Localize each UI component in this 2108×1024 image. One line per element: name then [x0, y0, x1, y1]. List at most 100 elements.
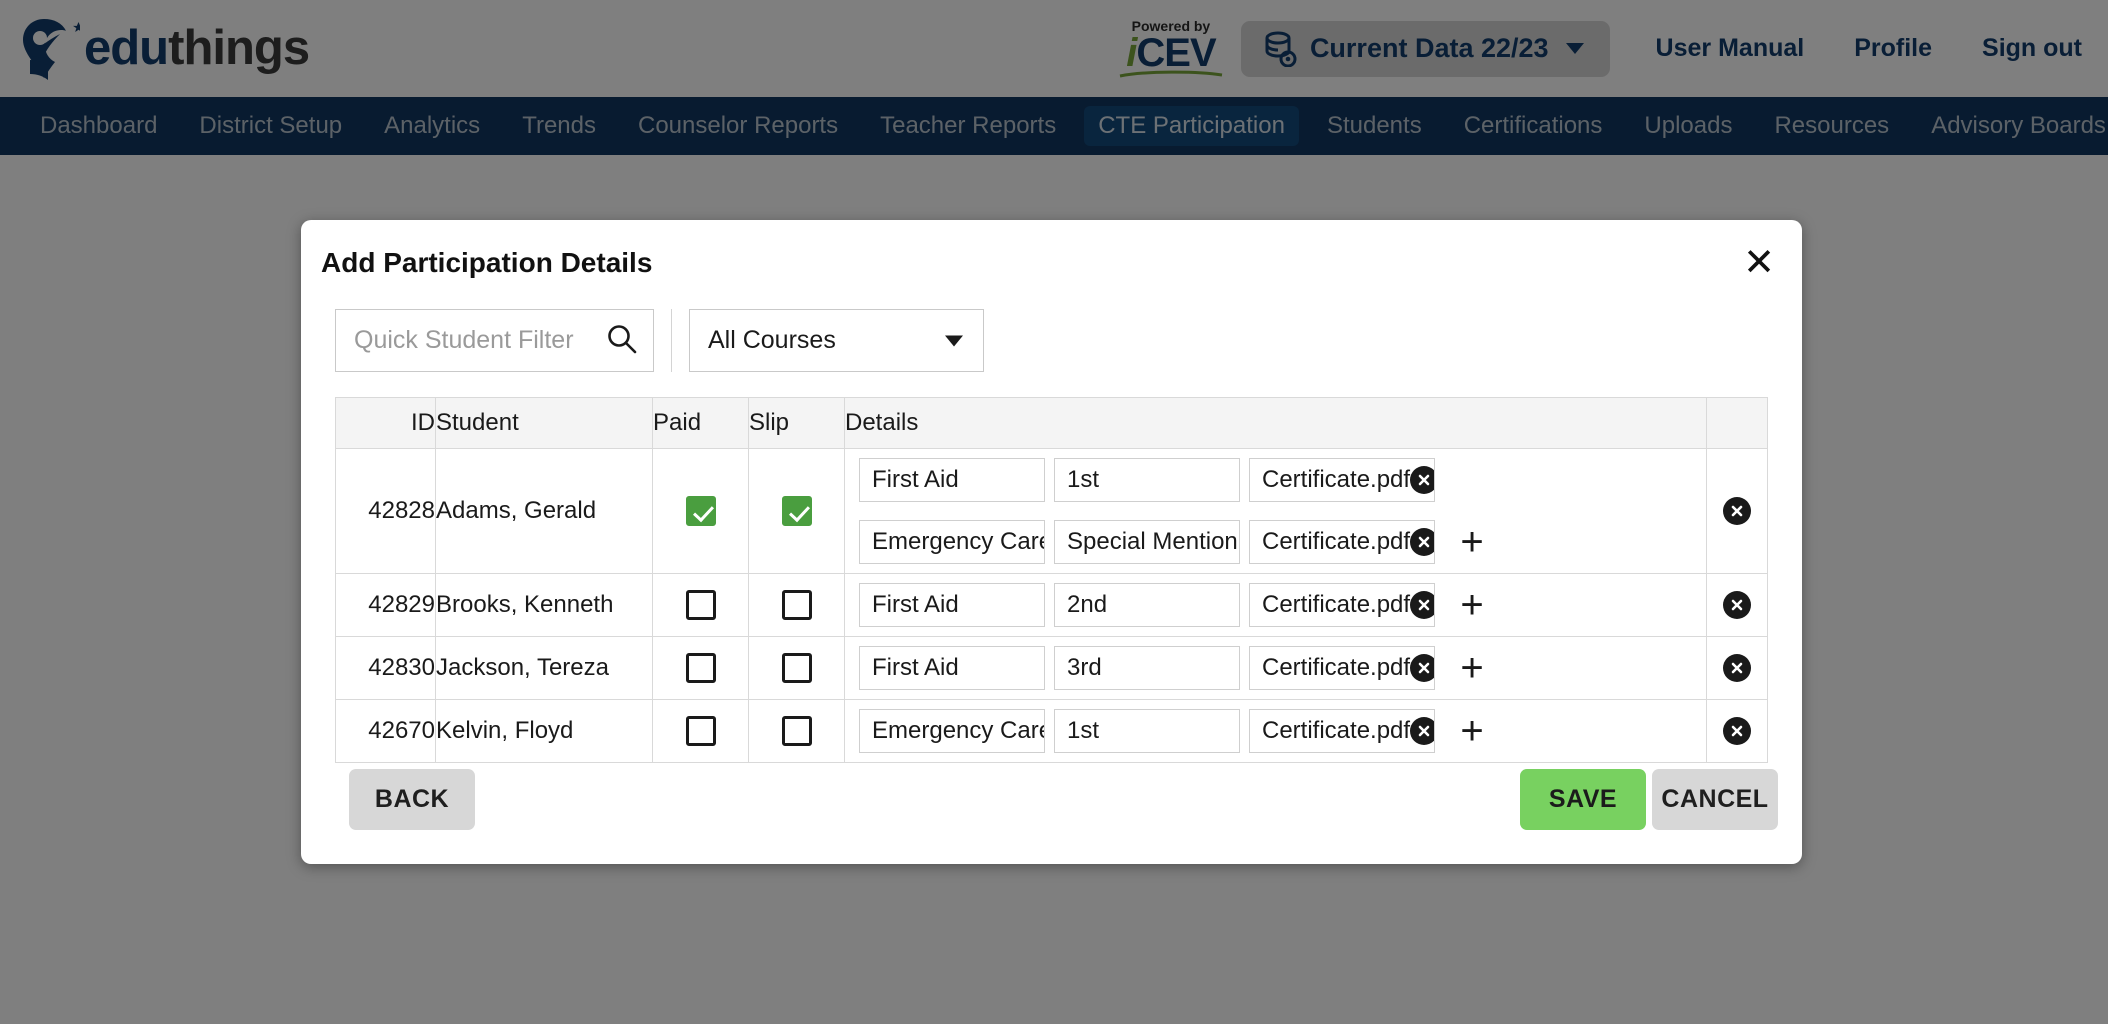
- remove-row-icon[interactable]: [1723, 591, 1751, 619]
- detail-entry: First Aid 1st Certificate.pdf: [845, 449, 1706, 511]
- slip-checkbox[interactable]: [781, 496, 812, 526]
- course-filter-value: All Courses: [708, 326, 836, 354]
- certificate-field[interactable]: Certificate.pdf: [1249, 709, 1435, 753]
- course-filter-select[interactable]: All Courses: [689, 309, 984, 372]
- paid-checkbox[interactable]: [685, 590, 716, 620]
- placement-field[interactable]: Special Mention: [1054, 520, 1240, 564]
- dialog-footer: BACK SAVE CANCEL: [325, 764, 1778, 864]
- detail-entry: Emergency Care Special Mention Certifica…: [845, 511, 1706, 573]
- add-participation-details-dialog: Add Participation Details ✕ All Courses …: [301, 220, 1802, 864]
- certificate-field[interactable]: Certificate.pdf: [1249, 583, 1435, 627]
- slip-checkbox[interactable]: [781, 716, 812, 746]
- certificate-filename: Certificate.pdf: [1262, 654, 1411, 681]
- paid-checkbox[interactable]: [685, 653, 716, 683]
- slip-checkbox[interactable]: [781, 653, 812, 683]
- remove-certificate-icon[interactable]: [1410, 466, 1434, 494]
- paid-checkbox[interactable]: [685, 496, 716, 526]
- remove-row-icon[interactable]: [1723, 497, 1751, 525]
- cell-id: 42670: [335, 699, 436, 763]
- add-detail-icon[interactable]: +: [1454, 711, 1490, 751]
- cell-details: Emergency Care 1st Certificate.pdf +: [844, 699, 1707, 763]
- cell-slip[interactable]: [748, 699, 845, 763]
- table-header: ID Student Paid Slip Details: [335, 397, 1768, 449]
- cell-paid[interactable]: [652, 636, 749, 700]
- placement-field[interactable]: 2nd: [1054, 583, 1240, 627]
- certificate-filename: Certificate.pdf: [1262, 528, 1411, 555]
- search-icon[interactable]: [606, 323, 637, 359]
- column-header-student: Student: [435, 397, 653, 449]
- column-header-actions: [1706, 397, 1768, 449]
- cell-student: Adams, Gerald: [435, 448, 653, 574]
- certificate-filename: Certificate.pdf: [1262, 591, 1411, 618]
- chevron-down-icon: [945, 335, 963, 346]
- placement-field[interactable]: 3rd: [1054, 646, 1240, 690]
- cell-student: Brooks, Kenneth: [435, 573, 653, 637]
- filter-bar: All Courses: [335, 309, 984, 372]
- cell-paid[interactable]: [652, 573, 749, 637]
- course-field[interactable]: Emergency Care: [859, 520, 1045, 564]
- column-header-slip: Slip: [748, 397, 845, 449]
- add-detail-icon[interactable]: +: [1454, 648, 1490, 688]
- remove-certificate-icon[interactable]: [1410, 654, 1434, 682]
- course-field[interactable]: First Aid: [859, 458, 1045, 502]
- course-field[interactable]: First Aid: [859, 646, 1045, 690]
- cell-slip[interactable]: [748, 573, 845, 637]
- participation-table-wrapper: ID Student Paid Slip Details 42828 Adams…: [335, 397, 1768, 763]
- detail-entry: First Aid 2nd Certificate.pdf +: [845, 574, 1706, 636]
- table-body: 42828 Adams, Gerald First Aid 1st Certif…: [335, 448, 1768, 763]
- cell-paid[interactable]: [652, 448, 749, 574]
- detail-entry: Emergency Care 1st Certificate.pdf +: [845, 700, 1706, 762]
- cell-row-actions[interactable]: [1706, 699, 1768, 763]
- cell-details: First Aid 1st Certificate.pdf Emergency …: [844, 448, 1707, 574]
- dialog-title: Add Participation Details: [321, 247, 653, 278]
- cell-slip[interactable]: [748, 636, 845, 700]
- cell-row-actions[interactable]: [1706, 448, 1768, 574]
- column-header-details: Details: [844, 397, 1707, 449]
- table-row: 42828 Adams, Gerald First Aid 1st Certif…: [335, 448, 1768, 574]
- certificate-filename: Certificate.pdf: [1262, 717, 1411, 744]
- save-button[interactable]: SAVE: [1520, 769, 1646, 830]
- cell-row-actions[interactable]: [1706, 636, 1768, 700]
- cell-paid[interactable]: [652, 699, 749, 763]
- participation-table: ID Student Paid Slip Details 42828 Adams…: [335, 397, 1768, 763]
- close-icon[interactable]: ✕: [1737, 241, 1781, 285]
- paid-checkbox[interactable]: [685, 716, 716, 746]
- cell-details: First Aid 2nd Certificate.pdf +: [844, 573, 1707, 637]
- add-detail-icon[interactable]: +: [1454, 522, 1490, 562]
- course-field[interactable]: Emergency Care: [859, 709, 1045, 753]
- cell-slip[interactable]: [748, 448, 845, 574]
- detail-entry: First Aid 3rd Certificate.pdf +: [845, 637, 1706, 699]
- table-row: 42670 Kelvin, Floyd Emergency Care 1st C…: [335, 699, 1768, 763]
- filter-divider: [671, 309, 672, 372]
- table-header-row: ID Student Paid Slip Details: [335, 397, 1768, 449]
- student-filter-box[interactable]: [335, 309, 654, 372]
- remove-row-icon[interactable]: [1723, 717, 1751, 745]
- certificate-field[interactable]: Certificate.pdf: [1249, 458, 1435, 502]
- add-detail-icon[interactable]: +: [1454, 585, 1490, 625]
- cell-student: Jackson, Tereza: [435, 636, 653, 700]
- certificate-filename: Certificate.pdf: [1262, 466, 1411, 493]
- remove-certificate-icon[interactable]: [1410, 591, 1434, 619]
- cancel-button[interactable]: CANCEL: [1652, 769, 1778, 830]
- cell-id: 42829: [335, 573, 436, 637]
- table-row: 42829 Brooks, Kenneth First Aid 2nd Cert…: [335, 573, 1768, 637]
- course-field[interactable]: First Aid: [859, 583, 1045, 627]
- placement-field[interactable]: 1st: [1054, 458, 1240, 502]
- remove-row-icon[interactable]: [1723, 654, 1751, 682]
- column-header-paid: Paid: [652, 397, 749, 449]
- placement-field[interactable]: 1st: [1054, 709, 1240, 753]
- cell-details: First Aid 3rd Certificate.pdf +: [844, 636, 1707, 700]
- certificate-field[interactable]: Certificate.pdf: [1249, 646, 1435, 690]
- remove-certificate-icon[interactable]: [1410, 717, 1434, 745]
- cell-id: 42828: [335, 448, 436, 574]
- certificate-field[interactable]: Certificate.pdf: [1249, 520, 1435, 564]
- cell-id: 42830: [335, 636, 436, 700]
- back-button[interactable]: BACK: [349, 769, 475, 830]
- slip-checkbox[interactable]: [781, 590, 812, 620]
- remove-certificate-icon[interactable]: [1410, 528, 1434, 556]
- search-input[interactable]: [352, 325, 600, 356]
- table-row: 42830 Jackson, Tereza First Aid 3rd Cert…: [335, 636, 1768, 700]
- cell-student: Kelvin, Floyd: [435, 699, 653, 763]
- column-header-id: ID: [335, 397, 436, 449]
- cell-row-actions[interactable]: [1706, 573, 1768, 637]
